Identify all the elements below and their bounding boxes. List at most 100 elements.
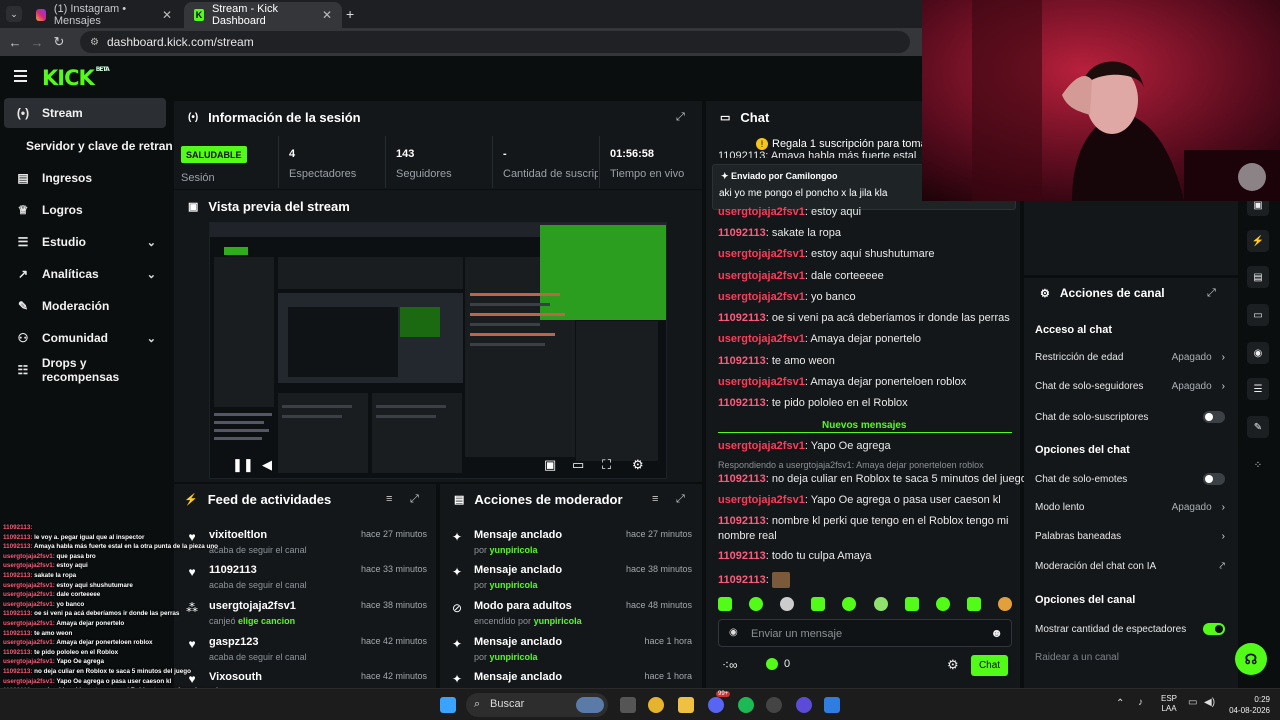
language-indicator[interactable]: ESP LAA — [1161, 694, 1177, 714]
chat-username[interactable]: usergtojaja2fsv1 — [718, 333, 805, 345]
layers-icon[interactable]: ☰ — [1247, 378, 1269, 400]
chat-message[interactable]: 11092113: te amo weon — [718, 355, 835, 367]
kick-logo[interactable]: KICK BETA — [42, 66, 110, 90]
url-field[interactable]: ⚙ dashboard.kick.com/stream — [80, 31, 910, 53]
chat-username[interactable]: 11092113 — [718, 312, 766, 324]
chat-message[interactable]: usergtojaja2fsv1: dale corteeeee — [718, 270, 884, 282]
chat-username[interactable]: 11092113 — [718, 397, 766, 409]
channel-setting-row[interactable]: Restricción de edad Apagado › — [1035, 352, 1225, 363]
chat-username[interactable]: usergtojaja2fsv1 — [718, 440, 805, 452]
chat-message[interactable]: 11092113: oe si veni pa acá deberíamos i… — [718, 312, 1010, 324]
filter-icon[interactable]: ≡ — [386, 493, 392, 505]
obs-icon[interactable] — [766, 697, 782, 713]
chat-message[interactable]: usergtojaja2fsv1: Yapo Oe agrega — [718, 440, 891, 452]
back-icon[interactable]: ← — [4, 35, 26, 50]
chat-username[interactable]: usergtojaja2fsv1 — [718, 376, 805, 388]
windows-start-icon[interactable] — [440, 697, 456, 713]
emote-icon[interactable] — [811, 597, 826, 611]
chat-username[interactable]: usergtojaja2fsv1 — [718, 291, 805, 303]
emote-icon[interactable] — [749, 597, 764, 611]
gift-banner[interactable]: !Regala 1 suscripción para tomar la — [756, 138, 922, 150]
chat-username[interactable]: usergtojaja2fsv1 — [718, 248, 805, 260]
sidebar-item-analiticas[interactable]: ↗ Analíticas ⌄ — [4, 259, 166, 289]
chat-username[interactable]: 11092113 — [718, 355, 766, 367]
send-chat-button[interactable]: Chat — [971, 655, 1008, 676]
stream-preview[interactable]: ❚❚ ◀ ▣ ▭ ⛶ ⚙ — [209, 222, 667, 479]
new-tab-icon[interactable]: + — [346, 6, 354, 22]
chat-username[interactable]: 11092113 — [718, 473, 766, 485]
clock[interactable]: 0:29 04-08-2026 — [1226, 694, 1270, 716]
emote-icon[interactable] — [718, 597, 732, 611]
bolt-icon[interactable]: ⚡ — [1247, 230, 1269, 252]
mic-icon[interactable]: ♪ — [1138, 697, 1143, 708]
emote-icon[interactable] — [966, 597, 981, 611]
broadcast-icon[interactable]: ◉ — [1247, 342, 1269, 364]
sidebar-item-comunidad[interactable]: ⚇ Comunidad ⌄ — [4, 323, 166, 353]
chat-message[interactable]: usergtojaja2fsv1: Amaya dejar ponerteloe… — [718, 376, 966, 388]
settings-icon[interactable]: ⚙ — [632, 457, 644, 473]
chat-message[interactable]: usergtojaja2fsv1: Yapo Oe agrega o pasa … — [718, 494, 1001, 506]
emote-icon[interactable] — [780, 597, 795, 611]
channel-setting-row[interactable]: Modo lento Apagado › — [1035, 502, 1225, 513]
tab-instagram[interactable]: (1) Instagram • Mensajes ✕ — [26, 2, 182, 28]
reload-icon[interactable]: ↻ — [48, 34, 70, 50]
sidebar-item-ingresos[interactable]: ▤ Ingresos — [4, 163, 166, 193]
chat-tools-icon[interactable]: ⁖∞ — [722, 658, 738, 672]
menu-icon[interactable] — [14, 70, 27, 82]
toggle-switch[interactable] — [1203, 473, 1225, 485]
toggle-switch[interactable] — [1203, 623, 1225, 635]
pip-icon[interactable]: ▣ — [544, 457, 556, 473]
chrome-icon[interactable] — [648, 697, 664, 713]
close-icon[interactable]: ✕ — [162, 8, 172, 22]
sidebar-item-server-key[interactable]: Servidor y clave de retransn — [4, 131, 172, 161]
emote-icon[interactable] — [873, 597, 888, 611]
volume-icon[interactable]: ◀ — [262, 457, 272, 473]
chat-username[interactable]: usergtojaja2fsv1 — [718, 494, 805, 506]
support-icon[interactable]: ☊ — [1235, 643, 1267, 675]
discord-icon[interactable] — [708, 697, 724, 713]
toggle-switch[interactable] — [1203, 411, 1225, 423]
popout-icon[interactable]: ⤢ — [676, 493, 685, 506]
forward-icon[interactable]: → — [26, 35, 48, 50]
chat-input[interactable]: ◉ Enviar un mensaje ☻ — [718, 619, 1012, 647]
sidebar-item-moderacion[interactable]: ✎ Moderación — [4, 291, 166, 321]
channel-setting-row[interactable]: Chat de solo-emotes — [1035, 473, 1225, 485]
chat-message[interactable]: usergtojaja2fsv1: estoy aquí shushutumar… — [718, 248, 934, 260]
fullscreen-icon[interactable]: ⛶ — [602, 457, 611, 473]
channel-setting-row[interactable]: Mostrar cantidad de espectadores — [1035, 623, 1225, 635]
tray-up-icon[interactable]: ⌃ — [1116, 698, 1124, 709]
tab-kick-dashboard[interactable]: K Stream - Kick Dashboard ✕ — [184, 2, 342, 28]
chat-message[interactable]: 11092113: — [718, 572, 790, 588]
chat-message[interactable]: 11092113: todo tu culpa Amaya — [718, 550, 872, 562]
theater-icon[interactable]: ▭ — [572, 457, 584, 473]
chat-username[interactable]: 11092113 — [718, 227, 766, 239]
app-icon[interactable] — [796, 697, 812, 713]
channel-setting-row[interactable]: Chat de solo-suscriptores — [1035, 411, 1225, 423]
emote-icon[interactable] — [997, 597, 1012, 611]
emote-icon[interactable] — [904, 597, 919, 611]
chat-username[interactable]: 11092113 — [718, 550, 766, 562]
chat-username[interactable]: usergtojaja2fsv1 — [718, 206, 805, 218]
points-display[interactable]: 0 — [766, 658, 790, 670]
task-view-icon[interactable] — [620, 697, 636, 713]
chat-icon[interactable]: ▭ — [1247, 304, 1269, 326]
channel-setting-row[interactable]: Raidear a un canal — [1035, 652, 1225, 663]
pause-icon[interactable]: ❚❚ — [232, 457, 254, 473]
tab-list-icon[interactable]: ⌄ — [6, 6, 22, 22]
card-icon[interactable]: ▤ — [1247, 266, 1269, 288]
site-info-icon[interactable]: ⚙ — [90, 37, 99, 48]
channel-setting-row[interactable]: Moderación del chat con IA ⤤ — [1035, 561, 1225, 572]
chat-message[interactable]: 11092113: sakate la ropa — [718, 227, 841, 239]
community-icon[interactable]: ⁘ — [1247, 454, 1269, 476]
chat-message[interactable]: usergtojaja2fsv1: estoy aqui — [718, 206, 861, 218]
spotify-icon[interactable] — [738, 697, 754, 713]
close-icon[interactable]: ✕ — [322, 8, 332, 22]
volume-icon[interactable]: ◀) — [1204, 697, 1215, 708]
emote-icon[interactable] — [842, 597, 857, 611]
app2-icon[interactable] — [824, 697, 840, 713]
sidebar-item-logros[interactable]: ♕ Logros — [4, 195, 166, 225]
chat-message[interactable]: 11092113: te pido pololeo en el Roblox — [718, 397, 908, 409]
popout-icon[interactable]: ⤢ — [1207, 287, 1216, 300]
chat-username[interactable]: 11092113 — [718, 515, 766, 527]
taskbar-search[interactable]: ⌕ Buscar — [466, 693, 608, 717]
